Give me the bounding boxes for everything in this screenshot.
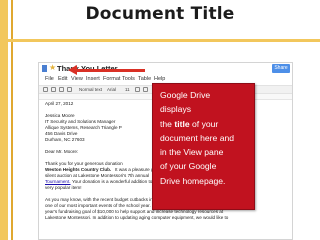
callout-emphasis: title	[174, 118, 190, 129]
callout-text: the	[160, 118, 175, 129]
font-select[interactable]: Arial	[107, 87, 116, 92]
letter-date: April 27, 2012	[45, 101, 74, 106]
menu-table[interactable]: Table	[138, 76, 151, 82]
paint-format-icon[interactable]	[67, 87, 72, 92]
document-icon	[42, 65, 47, 72]
callout-line: Drive homepage.	[160, 175, 226, 186]
menu-file[interactable]: File	[45, 76, 54, 82]
paragraph-line: very popular item!	[45, 185, 82, 190]
italic-icon[interactable]	[143, 87, 148, 92]
slide-frame-left-line	[11, 0, 13, 240]
callout-line: of your Google	[160, 161, 217, 172]
callout-box: Google Drive displays the title of your …	[152, 83, 255, 210]
bold-icon[interactable]	[135, 87, 140, 92]
google-docs-screenshot: ★ Thank You Letter Share File Edit View …	[38, 62, 293, 240]
font-size-select[interactable]: 11	[125, 87, 130, 92]
print-icon[interactable]	[43, 87, 48, 92]
callout-line: in the View pane	[160, 147, 224, 158]
style-select[interactable]: Normal text	[79, 87, 102, 92]
callout-line: the title of your	[160, 117, 248, 131]
menu-format[interactable]: Format	[103, 76, 120, 82]
redo-icon[interactable]	[59, 87, 64, 92]
callout-line: Google Drive	[160, 90, 211, 100]
menu-tools[interactable]: Tools	[122, 76, 135, 82]
undo-icon[interactable]	[51, 87, 56, 92]
pointer-arrow-shaft	[75, 69, 145, 72]
paragraph-line: Lakestone Montessori. In addition to upd…	[45, 215, 229, 220]
slide-frame-left-bar	[0, 0, 8, 240]
share-button[interactable]: Share	[272, 64, 290, 73]
callout-text: of your	[189, 118, 219, 129]
slide-title: Document Title	[85, 4, 235, 24]
star-icon[interactable]: ★	[49, 63, 56, 72]
recipient-city: Durham, NC 27603	[45, 137, 85, 142]
slide-frame-top-bar	[0, 39, 320, 42]
salutation: Dear Mr. Moore:	[45, 149, 79, 154]
menu-edit[interactable]: Edit	[58, 76, 67, 82]
callout-line: document here and	[160, 132, 235, 143]
callout-line: displays	[160, 104, 192, 115]
menu-view[interactable]: View	[71, 76, 83, 82]
menu-help[interactable]: Help	[154, 76, 165, 82]
menu-insert[interactable]: Insert	[86, 76, 100, 82]
